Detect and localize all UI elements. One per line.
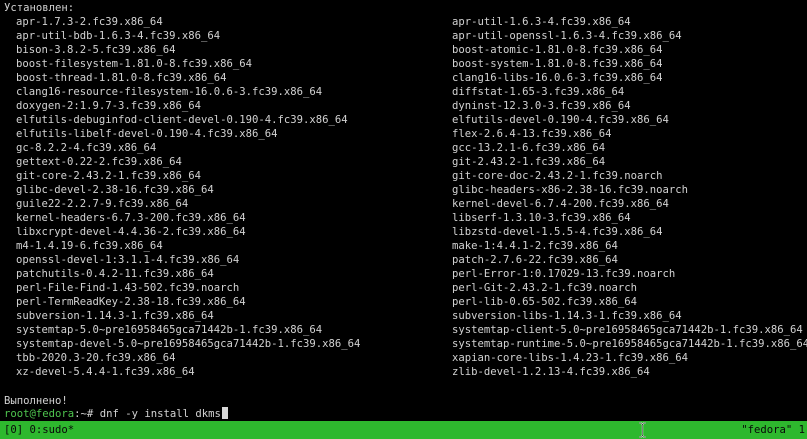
package-entry: apr-1.7.3-2.fc39.x86_64	[16, 16, 163, 28]
package-entry: git-2.43.2-1.fc39.x86_64	[452, 156, 606, 168]
package-entry: diffstat-1.65-3.fc39.x86_64	[452, 86, 625, 98]
package-entry: boost-filesystem-1.81.0-8.fc39.x86_64	[16, 58, 252, 70]
package-entry: elfutils-devel-0.190-4.fc39.x86_64	[452, 114, 669, 126]
ibeam-pointer-icon	[639, 422, 646, 438]
package-column-left: apr-1.7.3-2.fc39.x86_64 apr-util-bdb-1.6.…	[16, 15, 360, 379]
package-entry: make-1:4.4.1-2.fc39.x86_64	[452, 240, 618, 252]
package-entry: libxcrypt-devel-4.4.36-2.fc39.x86_64	[16, 226, 246, 238]
package-entry: systemtap-5.0~pre16958465gca71442b-1.fc3…	[16, 324, 323, 336]
package-entry: apr-util-bdb-1.6.3-4.fc39.x86_64	[16, 30, 221, 42]
package-entry: patchutils-0.4.2-11.fc39.x86_64	[16, 268, 214, 280]
prompt-user-host: root@fedora	[4, 408, 75, 420]
package-entry: git-core-2.43.2-1.fc39.x86_64	[16, 170, 201, 182]
package-entry: openssl-devel-1:3.1.1-4.fc39.x86_64	[16, 254, 240, 266]
package-entry: bison-3.8.2-5.fc39.x86_64	[16, 44, 176, 56]
package-entry: xz-devel-5.4.4-1.fc39.x86_64	[16, 366, 195, 378]
package-entry: gettext-0.22-2.fc39.x86_64	[16, 156, 182, 168]
terminal-window[interactable]: Установлен: apr-1.7.3-2.fc39.x86_64 apr-u…	[0, 0, 807, 421]
package-column-right: apr-util-1.6.3-4.fc39.x86_64 apr-util-ope…	[452, 15, 807, 379]
package-entry: gcc-13.2.1-6.fc39.x86_64	[452, 142, 606, 154]
package-entry: boost-thread-1.81.0-8.fc39.x86_64	[16, 72, 227, 84]
package-entry: systemtap-runtime-5.0~pre16958465gca7144…	[452, 338, 807, 350]
command-input[interactable]: dnf -y install dkms	[100, 408, 221, 420]
package-entry: zlib-devel-1.2.13-4.fc39.x86_64	[452, 366, 650, 378]
package-entry: git-core-doc-2.43.2-1.fc39.noarch	[452, 170, 663, 182]
package-entry: guile22-2.2.7-9.fc39.x86_64	[16, 198, 189, 210]
package-entry: dyninst-12.3.0-3.fc39.x86_64	[452, 100, 631, 112]
package-entry: kernel-headers-6.7.3-200.fc39.x86_64	[16, 212, 246, 224]
terminal-cursor	[221, 407, 228, 419]
package-entry: libzstd-devel-1.5.5-4.fc39.x86_64	[452, 226, 663, 238]
package-entry: perl-File-Find-1.43-502.fc39.noarch	[16, 282, 240, 294]
package-entry: doxygen-2:1.9.7-3.fc39.x86_64	[16, 100, 201, 112]
package-entry: systemtap-devel-5.0~pre16958465gca71442b…	[16, 338, 361, 350]
prompt-path: :~#	[74, 408, 100, 420]
window-list[interactable]: [0] 0:sudo*	[4, 421, 74, 439]
package-entry: libserf-1.3.10-3.fc39.x86_64	[452, 212, 631, 224]
package-entry: xapian-core-libs-1.4.23-1.fc39.x86_64	[452, 352, 688, 364]
package-entry: perl-Error-1:0.17029-13.fc39.noarch	[452, 268, 676, 280]
package-entry: flex-2.6.4-13.fc39.x86_64	[452, 128, 612, 140]
package-entry: kernel-devel-6.7.4-200.fc39.x86_64	[452, 198, 669, 210]
package-entry: m4-1.4.19-6.fc39.x86_64	[16, 240, 163, 252]
package-entry: elfutils-libelf-devel-0.190-4.fc39.x86_6…	[16, 128, 278, 140]
package-entry: systemtap-client-5.0~pre16958465gca71442…	[452, 324, 803, 336]
package-entry: perl-lib-0.65-502.fc39.x86_64	[452, 296, 637, 308]
package-entry: subversion-libs-1.14.3-1.fc39.x86_64	[452, 310, 682, 322]
done-message: Выполнено!	[4, 395, 68, 407]
package-entry: elfutils-debuginfod-client-devel-0.190-4…	[16, 114, 348, 126]
package-entry: apr-util-openssl-1.6.3-4.fc39.x86_64	[452, 30, 682, 42]
package-entry: glibc-headers-x86-2.38-16.fc39.noarch	[452, 184, 688, 196]
package-entry: perl-Git-2.43.2-1.fc39.noarch	[452, 282, 637, 294]
tmux-status-bar: [0] 0:sudo* "fedora" 1	[0, 421, 807, 439]
package-entry: gc-8.2.2-4.fc39.x86_64	[16, 142, 157, 154]
package-entry: apr-util-1.6.3-4.fc39.x86_64	[452, 16, 631, 28]
package-entry: boost-atomic-1.81.0-8.fc39.x86_64	[452, 44, 663, 56]
package-entry: glibc-devel-2.38-16.fc39.x86_64	[16, 184, 214, 196]
package-entry: patch-2.7.6-22.fc39.x86_64	[452, 254, 618, 266]
package-entry: perl-TermReadKey-2.38-18.fc39.x86_64	[16, 296, 246, 308]
session-host-label: "fedora" 1	[741, 424, 805, 436]
command-prompt-line[interactable]: root@fedora:~# dnf -y install dkms	[4, 407, 228, 421]
install-header: Установлен:	[4, 2, 75, 14]
package-entry: subversion-1.14.3-1.fc39.x86_64	[16, 310, 214, 322]
package-entry: boost-system-1.81.0-8.fc39.x86_64	[452, 58, 663, 70]
package-entry: tbb-2020.3-20.fc39.x86_64	[16, 352, 176, 364]
package-entry: clang16-libs-16.0.6-3.fc39.x86_64	[452, 72, 663, 84]
package-entry: clang16-resource-filesystem-16.0.6-3.fc3…	[16, 86, 323, 98]
